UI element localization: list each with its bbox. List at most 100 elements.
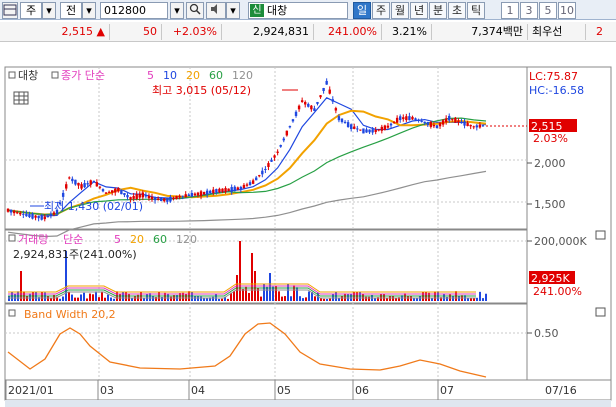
layout-icon[interactable] — [2, 2, 18, 19]
candle-body — [160, 198, 163, 202]
lc-label: LC:75.87 — [529, 70, 578, 83]
stock-code-input[interactable] — [100, 2, 168, 19]
interval-button-5[interactable]: 5 — [539, 2, 557, 19]
candle-body — [392, 122, 396, 124]
stock-name: 대창 — [267, 4, 288, 17]
stock-chart[interactable]: 대창 종가 단순 5 10 20 60 120 최고 3,015 (05/12) 최저 … — [0, 44, 616, 407]
candle-body — [389, 123, 393, 126]
volume-bar — [107, 294, 109, 301]
volume-bar — [167, 293, 169, 301]
volume-bar — [326, 298, 328, 301]
candle-body — [454, 117, 457, 123]
volume-bar — [47, 296, 49, 301]
candle-body — [325, 80, 328, 85]
candle-body — [435, 125, 439, 129]
volume-bar — [260, 296, 262, 301]
axis-2000: 2,000 — [534, 157, 566, 170]
market-select[interactable]: 주 — [20, 2, 42, 19]
interval-button-1[interactable]: 1 — [501, 2, 519, 19]
candle-body — [478, 124, 482, 128]
candle-body — [322, 87, 325, 92]
volume-bar — [266, 286, 268, 301]
code-dropdown-icon[interactable]: ▾ — [170, 2, 184, 19]
search-type-dropdown-icon[interactable]: ▾ — [82, 2, 96, 19]
period-tab-2[interactable]: 월 — [391, 2, 409, 19]
candle-body — [481, 125, 485, 127]
volume-bar — [407, 296, 409, 301]
candle-body — [86, 183, 89, 185]
volume-bar — [314, 296, 316, 301]
stock-name-field[interactable]: 신 대창 — [248, 2, 348, 19]
bandwidth-maximize-icon[interactable] — [595, 307, 606, 317]
volume-bar — [482, 298, 484, 301]
price-panel-title: 대창 — [18, 69, 38, 82]
volume-last-label: 2,925K — [531, 272, 570, 285]
volume-bar — [278, 291, 280, 301]
interval-button-10[interactable]: 10 — [558, 2, 576, 19]
volume-bar — [59, 298, 61, 301]
candle-body — [65, 184, 68, 189]
time-axis — [4, 379, 612, 401]
candle-body — [117, 188, 120, 192]
interval-button-3[interactable]: 3 — [520, 2, 538, 19]
volume-bar — [359, 292, 361, 301]
candle-body — [405, 116, 408, 121]
volume-bar — [425, 292, 427, 301]
candle-body — [261, 170, 264, 175]
volume-bar — [443, 293, 445, 301]
volume-ratio: 241.00% — [314, 24, 382, 40]
candle-body — [31, 213, 34, 219]
candle-body — [408, 116, 411, 121]
search-icon[interactable] — [186, 2, 204, 19]
speaker-dropdown-icon[interactable]: ▾ — [226, 2, 240, 19]
volume-axis-top: 200,000K — [534, 235, 587, 248]
volume-bar — [233, 290, 235, 301]
best-quote-label: 최우선 — [528, 24, 586, 40]
candle-body — [383, 125, 387, 130]
chart-scrollbar[interactable] — [5, 400, 611, 407]
candle-body — [181, 195, 184, 197]
period-tab-1[interactable]: 주 — [372, 2, 390, 19]
volume-bar — [350, 293, 352, 301]
candle-body — [9, 209, 13, 213]
volume-bar — [206, 298, 208, 301]
candle-body — [429, 122, 433, 127]
candle-body — [368, 129, 371, 133]
search-type-select[interactable]: 전 — [60, 2, 82, 19]
speaker-icon[interactable] — [206, 2, 226, 19]
table-icon[interactable] — [13, 91, 29, 105]
volume-ma-legend-120: 120 — [176, 233, 197, 246]
quote-bar: 2,515 ▲ 50 +2.03% 2,924,831 241.00% 3.21… — [0, 22, 616, 42]
volume-bar — [473, 298, 475, 301]
volume-ma-legend-60: 60 — [153, 233, 167, 246]
period-tab-3[interactable]: 년 — [410, 2, 428, 19]
candle-body — [43, 216, 46, 220]
volume-bar — [242, 289, 244, 301]
volume-bar — [299, 296, 301, 301]
candle-body — [340, 118, 344, 122]
period-tab-5[interactable]: 초 — [448, 2, 466, 19]
candle-body — [205, 190, 209, 195]
candle-body — [374, 129, 377, 132]
period-tab-4[interactable]: 분 — [429, 2, 447, 19]
period-tab-0[interactable]: 일 — [353, 2, 371, 19]
volume-bar — [50, 298, 52, 301]
candle-body — [362, 128, 365, 134]
volume-bar — [431, 298, 433, 301]
current-price: 2,515 ▲ — [0, 24, 110, 40]
candle-body — [294, 111, 298, 116]
candle-body — [444, 118, 448, 123]
candle-body — [334, 108, 338, 111]
candle-body — [377, 129, 380, 131]
candle-body — [49, 213, 53, 217]
volume-bar — [347, 293, 349, 301]
volume-bar — [218, 298, 220, 301]
volume-bar — [71, 294, 73, 301]
candle-body — [218, 188, 221, 193]
market-dropdown-icon[interactable]: ▾ — [42, 2, 56, 19]
high-annotation: 최고 3,015 (05/12) — [152, 84, 251, 97]
volume-maximize-icon[interactable] — [595, 230, 606, 240]
period-tab-6[interactable]: 틱 — [467, 2, 485, 19]
candle-body — [153, 198, 157, 201]
volume-bar — [29, 293, 31, 301]
